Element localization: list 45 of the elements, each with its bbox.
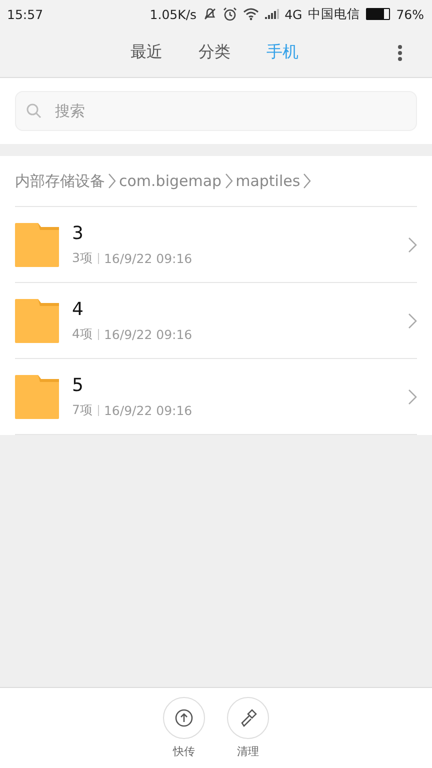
alarm-icon (222, 7, 237, 21)
tab[interactable]: 分类 (192, 38, 236, 67)
folder-icon (15, 222, 59, 266)
item-count: 4项 (72, 326, 93, 342)
network-speed: 1.05K/s (150, 6, 197, 22)
broom-icon (239, 709, 257, 727)
item-count: 7项 (72, 402, 93, 418)
wifi-icon (242, 7, 259, 21)
action-button[interactable] (227, 697, 269, 739)
modified-date: 16/9/22 09:16 (104, 326, 192, 342)
breadcrumb-item[interactable]: maptiles (236, 172, 300, 190)
breadcrumb-item[interactable]: 内部存储设备 (15, 172, 105, 190)
modified-date: 16/9/22 09:16 (104, 402, 192, 418)
chevron-icon (108, 173, 116, 189)
carrier-name: 中国电信 (308, 6, 360, 22)
folder-row[interactable]: 5 7项 16/9/22 09:16 (15, 359, 417, 435)
folder-row[interactable]: 4 4项 16/9/22 09:16 (15, 283, 417, 359)
network-type: 4G (284, 6, 302, 22)
modified-date: 16/9/22 09:16 (104, 250, 192, 266)
folder-icon (15, 374, 59, 418)
search-icon (26, 103, 42, 119)
folder-row[interactable]: 3 3项 16/9/22 09:16 (15, 207, 417, 283)
folder-icon (15, 298, 59, 342)
item-count: 3项 (72, 250, 93, 266)
chevron-icon (224, 173, 233, 189)
battery-percent: 76% (396, 6, 424, 22)
battery-icon (366, 8, 390, 20)
folder-name: 5 (72, 374, 84, 396)
chevron-icon (408, 388, 417, 404)
signal-icon (264, 9, 279, 19)
action-label: 快传 (173, 744, 195, 759)
action-label: 清理 (237, 744, 259, 759)
search-field[interactable]: 搜索 (15, 91, 417, 131)
chevron-icon (408, 312, 417, 328)
status-time: 15:57 (7, 6, 44, 22)
breadcrumb-item[interactable]: com.bigemap (119, 172, 222, 190)
mute-icon (202, 7, 217, 21)
upload-icon (175, 709, 193, 727)
folder-name: 3 (72, 222, 84, 244)
tab[interactable]: 最近 (124, 38, 168, 67)
folder-name: 4 (72, 298, 84, 320)
action-button[interactable] (163, 697, 205, 739)
chevron-icon (303, 173, 312, 189)
more-icon[interactable] (397, 44, 403, 62)
chevron-icon (408, 236, 417, 252)
